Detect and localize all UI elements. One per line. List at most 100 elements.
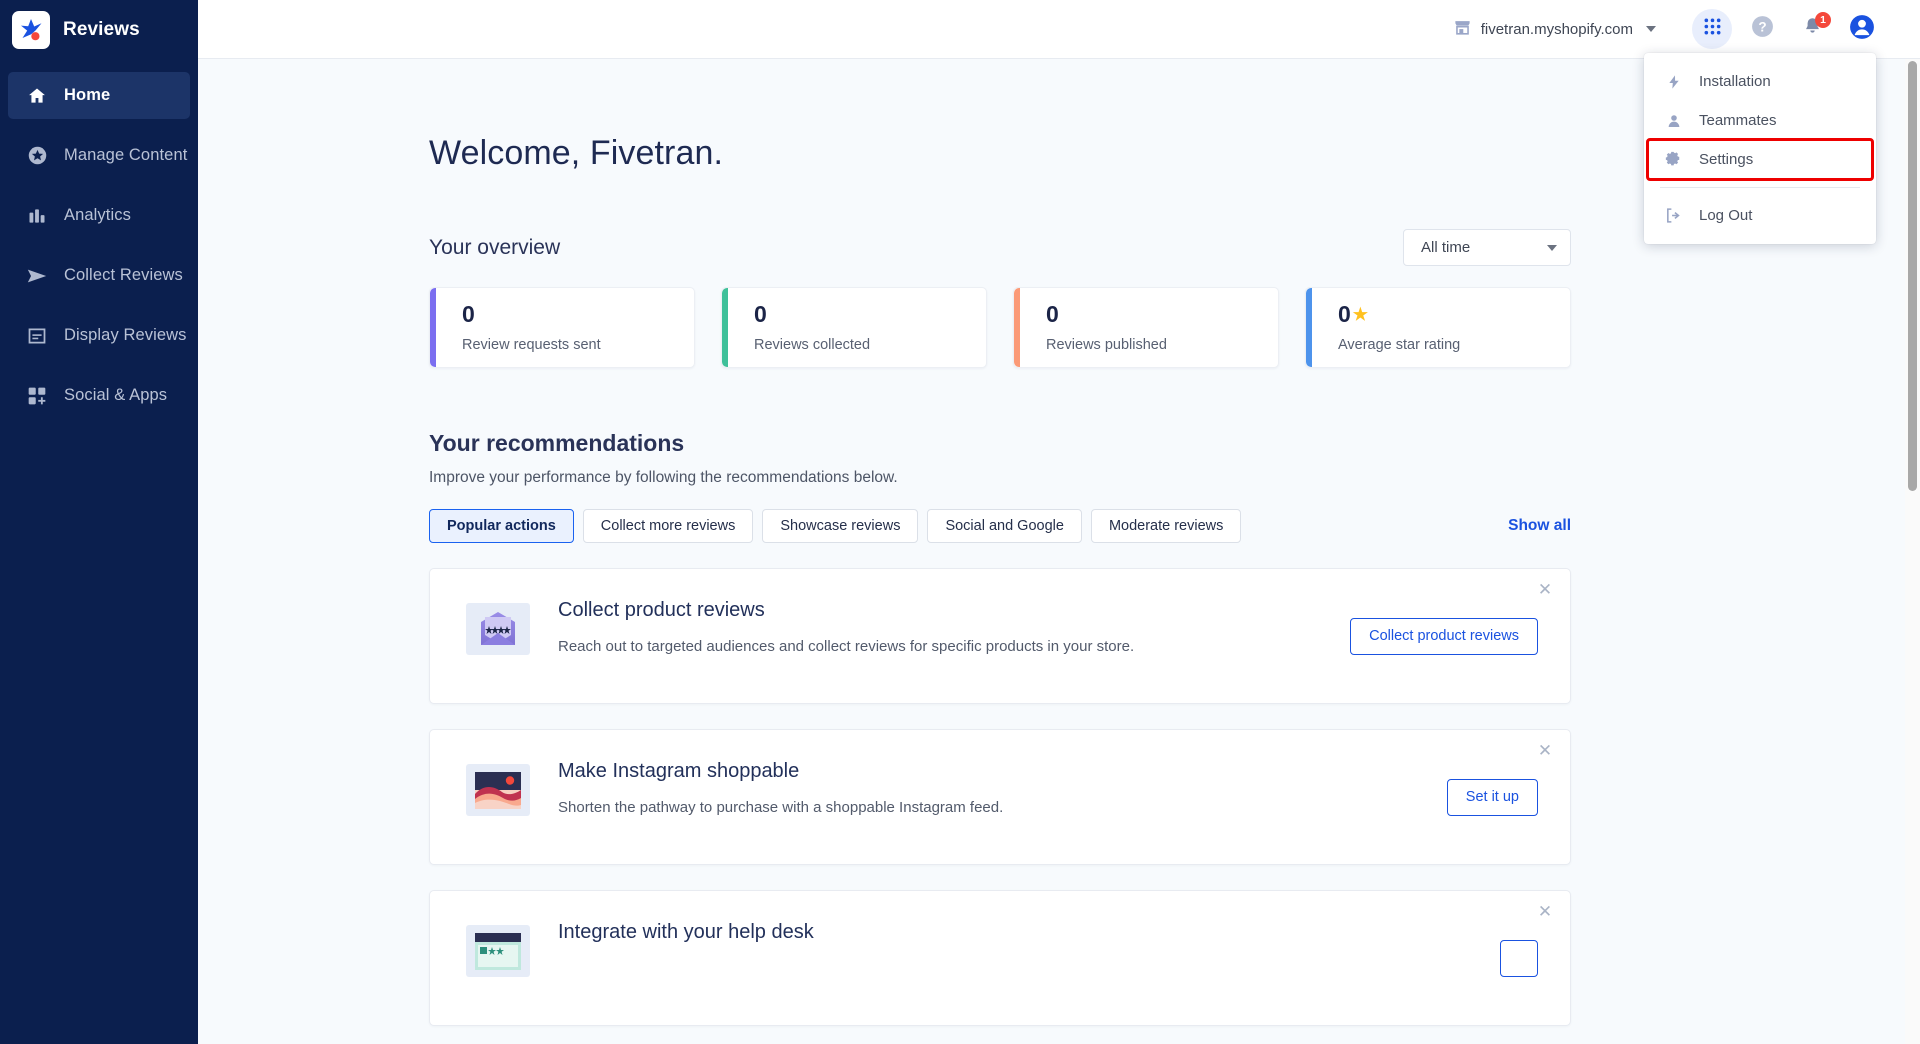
stat-card-reviews-collected: 0 Reviews collected	[721, 287, 987, 368]
card-body: Make Instagram shoppable Shorten the pat…	[558, 758, 1419, 819]
star-circle-icon	[26, 145, 48, 167]
menu-item-teammates[interactable]: Teammates	[1644, 101, 1876, 140]
show-all-link[interactable]: Show all	[1508, 517, 1571, 535]
envelope-stars-thumb	[466, 603, 530, 655]
home-icon	[26, 85, 48, 107]
sidebar-item-manage-content[interactable]: Manage Content	[8, 132, 190, 179]
overview-title: Your overview	[429, 235, 561, 259]
stat-label: Reviews published	[1046, 337, 1167, 353]
time-filter-value: All time	[1421, 239, 1471, 256]
recommendation-card: ✕ Collect product reviews Reach out to t…	[429, 568, 1571, 704]
sidebar-item-collect-reviews[interactable]: Collect Reviews	[8, 252, 190, 299]
stat-label: Reviews collected	[754, 337, 871, 353]
sidebar-item-display-reviews[interactable]: Display Reviews	[8, 312, 190, 359]
sidebar-nav: Home Manage Content Analytics Collect Re…	[0, 72, 198, 419]
sidebar-item-social-apps[interactable]: Social & Apps	[8, 372, 190, 419]
window-list-icon	[26, 325, 48, 347]
stats-row: 0 Review requests sent 0 Reviews collect…	[429, 287, 1571, 368]
stat-number: 0	[754, 301, 767, 327]
account-button[interactable]	[1842, 9, 1882, 49]
card-title: Integrate with your help desk	[558, 921, 814, 943]
collect-product-reviews-button[interactable]: Collect product reviews	[1350, 617, 1538, 655]
tab-social-and-google[interactable]: Social and Google	[927, 509, 1082, 543]
time-filter-select[interactable]: All time	[1403, 229, 1571, 266]
chevron-down-icon	[1646, 26, 1656, 32]
stat-card-reviews-published: 0 Reviews published	[1013, 287, 1279, 368]
card-title: Collect product reviews	[558, 599, 765, 621]
notifications-button[interactable]: 1	[1792, 9, 1832, 49]
svg-text:?: ?	[1758, 20, 1766, 35]
menu-item-label: Teammates	[1699, 112, 1777, 129]
stat-accent-bar	[722, 288, 728, 367]
photo-landscape-thumb	[466, 764, 530, 816]
notification-badge: 1	[1815, 12, 1831, 28]
sidebar-item-analytics[interactable]: Analytics	[8, 192, 190, 239]
bar-chart-icon	[26, 205, 48, 227]
stat-number: 0	[1046, 301, 1059, 327]
stat-label: Review requests sent	[462, 337, 601, 353]
menu-item-logout[interactable]: Log Out	[1644, 196, 1876, 235]
logout-arrow-icon	[1664, 206, 1683, 225]
question-mark-icon: ?	[1750, 14, 1775, 44]
recommendations-title: Your recommendations	[429, 430, 685, 456]
store-name: fivetran.myshopify.com	[1480, 20, 1633, 38]
stat-accent-bar	[1306, 288, 1312, 367]
store-selector[interactable]: fivetran.myshopify.com	[1453, 18, 1656, 41]
stat-value: 0	[462, 303, 694, 326]
brand[interactable]: Reviews	[0, 0, 198, 60]
sidebar-item-label: Display Reviews	[64, 326, 187, 344]
card-action-button[interactable]	[1500, 939, 1538, 977]
tab-popular-actions[interactable]: Popular actions	[429, 509, 574, 543]
sidebar-item-label: Home	[64, 86, 111, 104]
menu-item-installation[interactable]: Installation	[1644, 62, 1876, 101]
lightning-bolt-icon	[1664, 72, 1683, 91]
star-sparkle-icon	[21, 19, 42, 41]
stat-card-review-requests-sent: 0 Review requests sent	[429, 287, 695, 368]
close-icon[interactable]: ✕	[1536, 903, 1554, 920]
stat-number: 0	[462, 301, 475, 327]
main-region: fivetran.myshopify.com ? 1 Installation …	[198, 0, 1920, 1044]
overview-header: Your overview All time	[429, 229, 1571, 266]
stat-value: 0 ★	[1338, 303, 1570, 326]
send-icon	[26, 265, 48, 287]
card-title: Make Instagram shoppable	[558, 760, 800, 782]
chevron-down-icon	[1547, 244, 1557, 251]
tab-moderate-reviews[interactable]: Moderate reviews	[1090, 509, 1242, 543]
helpdesk-window-thumb	[466, 925, 530, 977]
sidebar-item-label: Collect Reviews	[64, 266, 183, 284]
menu-item-settings[interactable]: Settings	[1646, 138, 1874, 181]
recommendation-card: ✕ Make Instagram shoppable Shorten the p…	[429, 729, 1571, 865]
stat-label: Average star rating	[1338, 337, 1461, 353]
sidebar: Reviews Home Manage Content Analytics Co…	[0, 0, 198, 1044]
tab-collect-more-reviews[interactable]: Collect more reviews	[582, 509, 754, 543]
tab-showcase-reviews[interactable]: Showcase reviews	[762, 509, 919, 543]
stat-value: 0	[754, 303, 986, 326]
sidebar-item-home[interactable]: Home	[8, 72, 190, 119]
star-icon: ★	[1352, 305, 1369, 324]
close-icon[interactable]: ✕	[1536, 581, 1554, 598]
set-it-up-button[interactable]: Set it up	[1446, 778, 1538, 816]
help-button[interactable]: ?	[1742, 9, 1782, 49]
close-icon[interactable]: ✕	[1536, 742, 1554, 759]
card-body: Collect product reviews Reach out to tar…	[558, 597, 1322, 658]
menu-item-label: Settings	[1699, 151, 1754, 168]
page-scrollbar[interactable]	[1905, 59, 1920, 1044]
topbar: fivetran.myshopify.com ? 1	[198, 0, 1920, 59]
account-avatar-icon	[1849, 14, 1875, 45]
grid-apps-icon	[1703, 17, 1722, 41]
card-description: Reach out to targeted audiences and coll…	[558, 638, 1135, 655]
menu-item-label: Installation	[1699, 73, 1771, 90]
scrollbar-thumb[interactable]	[1908, 61, 1917, 491]
stat-accent-bar	[430, 288, 436, 367]
apps-button[interactable]	[1692, 9, 1732, 49]
menu-divider	[1660, 187, 1860, 188]
content-inner: Welcome, Fivetran. Your overview All tim…	[429, 59, 1571, 1026]
stat-accent-bar	[1014, 288, 1020, 367]
stat-number: 0	[1338, 301, 1351, 327]
app-root: Reviews Home Manage Content Analytics Co…	[0, 0, 1920, 1044]
gear-icon	[1664, 150, 1683, 169]
brand-name: Reviews	[63, 19, 140, 40]
recommendation-card: ✕ Integrate with your help desk	[429, 890, 1571, 1026]
sidebar-item-label: Analytics	[64, 206, 131, 224]
sidebar-item-label: Social & Apps	[64, 386, 168, 404]
